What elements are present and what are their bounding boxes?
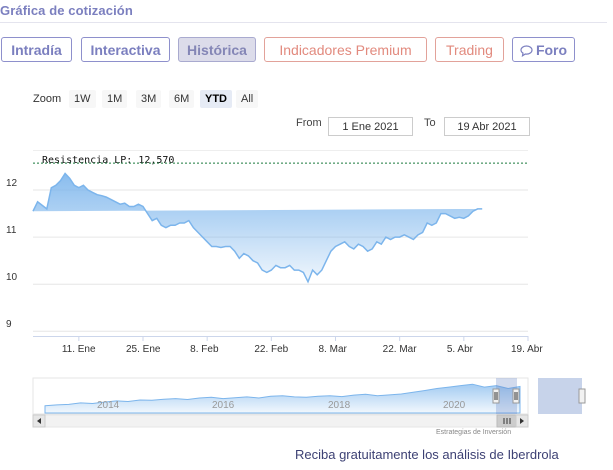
y-tick-label: 9 xyxy=(6,319,12,331)
x-tick-label: 22. Mar xyxy=(382,344,417,355)
x-tick-label: 8. Feb xyxy=(190,344,219,355)
x-tick-label: 8. Mar xyxy=(318,344,347,355)
navigator-outside-mask xyxy=(538,378,582,414)
navigator-right-handle[interactable] xyxy=(512,388,520,404)
navigator-year-label: 2014 xyxy=(97,400,120,411)
y-tick-label: 11 xyxy=(6,225,17,237)
promo-text[interactable]: Reciba gratuitamente los análisis de Ibe… xyxy=(295,447,559,462)
x-tick-label: 5. Abr xyxy=(446,344,473,355)
scrollbar-track[interactable] xyxy=(32,414,529,428)
chart-credits[interactable]: Estrategias de Inversión xyxy=(436,429,511,436)
x-tick-label: 22. Feb xyxy=(254,344,289,355)
y-tick-label: 12 xyxy=(6,178,18,190)
x-tick-label: 19. Abr xyxy=(511,344,543,355)
y-tick-label: 10 xyxy=(6,272,18,284)
x-tick-label: 11. Ene xyxy=(61,344,96,355)
navigator-far-handle[interactable] xyxy=(578,388,586,404)
navigator-year-label: 2018 xyxy=(328,400,351,411)
price-chart xyxy=(32,150,586,428)
navigator-left-handle[interactable] xyxy=(492,388,500,404)
navigator-year-label: 2020 xyxy=(443,400,466,411)
x-tick-label: 25. Ene xyxy=(126,344,161,355)
navigator-year-label: 2016 xyxy=(212,400,235,411)
